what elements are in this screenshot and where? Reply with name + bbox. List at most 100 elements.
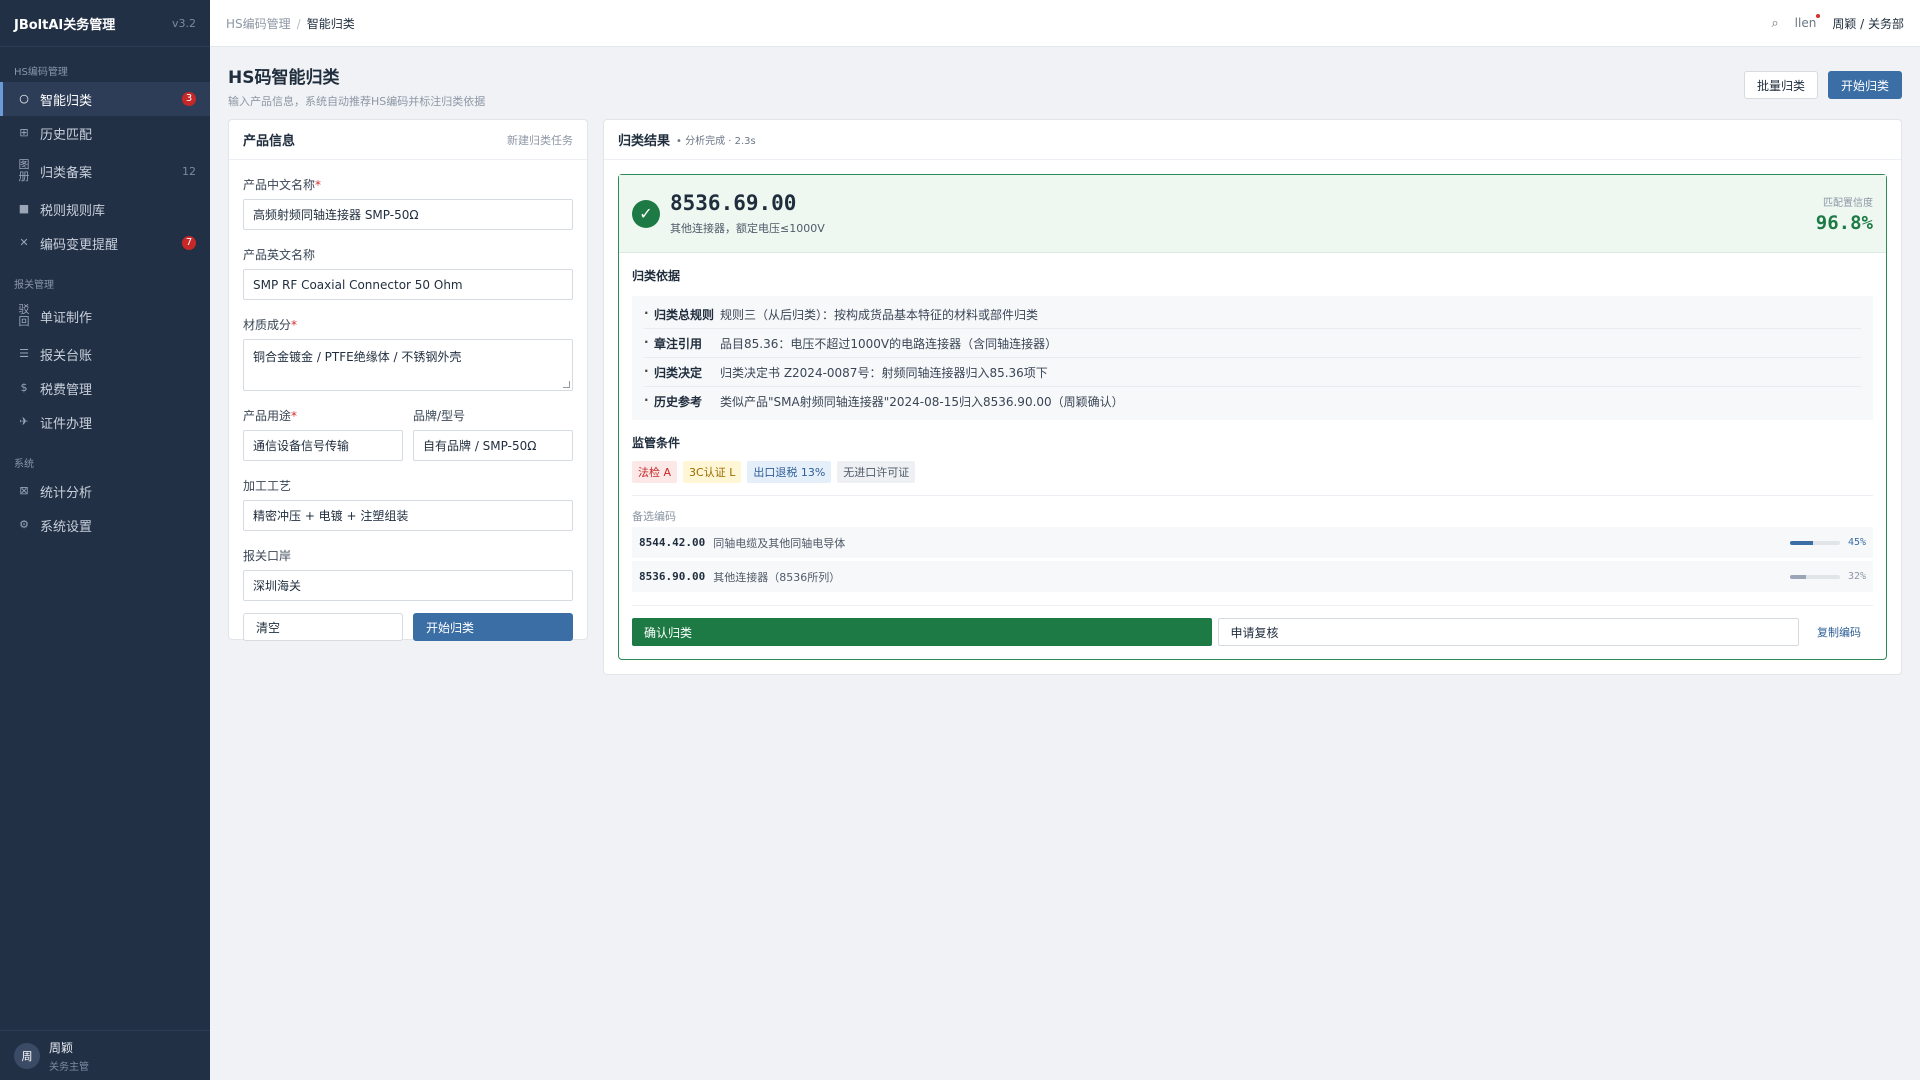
basis-value: 归类决定书 Z2024-0087号：射频同轴连接器归入85.36项下 xyxy=(720,365,1048,380)
product-info-card: 产品信息 新建归类任务 产品中文名称* 高频射频同轴连接器 SMP-50Ω 产品… xyxy=(228,119,588,641)
chart-icon: ⊠ xyxy=(19,484,29,498)
user-profile[interactable]: 周 周颖 关务主管 xyxy=(0,1030,210,1080)
new-task-link[interactable]: 新建归类任务 xyxy=(507,132,573,148)
sidebar-item-certificate[interactable]: ✈ 证件办理 xyxy=(0,405,210,439)
usage-input[interactable]: 通信设备信号传输 xyxy=(243,430,403,461)
start-classify-button[interactable]: 开始归类 xyxy=(1827,71,1902,99)
basis-value: 品目85.36：电压不超过1000V的电路连接器（含同轴连接器） xyxy=(720,336,1058,351)
nav-group-hs: HS编码管理 xyxy=(14,67,68,78)
item-count: 12 xyxy=(182,164,196,178)
brand: JBoltAI关务管理 v3.2 xyxy=(0,0,210,47)
card-title: 产品信息 xyxy=(243,134,296,149)
brand-model-input[interactable]: 自有品牌 / SMP-50Ω xyxy=(413,430,573,461)
check-icon: ✓ xyxy=(632,199,660,228)
basis-key: 章注引用 xyxy=(644,335,720,352)
alt-code-description: 同轴电缆及其他同轴电导体 xyxy=(713,536,846,550)
result-box: ✓ 8536.69.00 其他连接器，额定电压≤1000V 匹配置信度 96.8… xyxy=(618,174,1887,660)
avatar: 周 xyxy=(14,1042,40,1069)
tag: 无进口许可证 xyxy=(837,461,916,483)
sidebar-item-code-change-alert[interactable]: ✕ 编码变更提醒 7 xyxy=(0,226,210,260)
hs-code-description: 其他连接器，额定电压≤1000V xyxy=(670,222,825,235)
batch-classify-button[interactable]: 批量归类 xyxy=(1743,71,1818,99)
field-label: 产品用途 xyxy=(243,409,292,423)
process-input[interactable]: 精密冲压 + 电镀 + 注塑组装 xyxy=(243,500,573,531)
sidebar-item-classify-filing[interactable]: 图 册 归类备案 12 xyxy=(0,150,210,192)
field-label: 产品英文名称 xyxy=(243,248,316,262)
basis-key: 历史参考 xyxy=(644,393,720,410)
sidebar-item-tariff-rules[interactable]: ■ 税则规则库 xyxy=(0,192,210,226)
sidebar-item-label: 编码变更提醒 xyxy=(40,237,119,253)
sidebar-item-document-making[interactable]: 驳 回 单证制作 xyxy=(0,295,210,337)
grid-icon: ⊞ xyxy=(19,126,29,140)
customs-port-input[interactable]: 深圳海关 xyxy=(243,570,573,601)
sidebar-item-label: 单证制作 xyxy=(40,310,93,326)
sidebar-item-settings[interactable]: ⚙ 系统设置 xyxy=(0,508,210,542)
alt-code-row[interactable]: 8544.42.00 同轴电缆及其他同轴电导体 45% xyxy=(632,527,1873,558)
sidebar-item-tax-management[interactable]: $ 税费管理 xyxy=(0,371,210,405)
page-title: HS码智能归类 xyxy=(228,68,340,88)
result-actions: 确认归类 申请复核 复制编码 xyxy=(632,605,1873,646)
confidence-label: 匹配置信度 xyxy=(1823,197,1873,209)
probability-value: 45% xyxy=(1847,537,1866,548)
tag: 出口退税 13% xyxy=(747,461,832,483)
sidebar-item-history-match[interactable]: ⊞ 历史匹配 xyxy=(0,116,210,150)
confirm-classify-button[interactable]: 确认归类 xyxy=(632,618,1212,646)
result-card: 归类结果 • 分析完成 · 2.3s ✓ 8536.69.00 其他连接器，额定… xyxy=(603,119,1902,675)
notification-badge: 7 xyxy=(182,236,196,250)
user-department[interactable]: 周颖 / 关务部 xyxy=(1832,15,1904,32)
sidebar-item-label: 报关台账 xyxy=(40,348,93,364)
breadcrumb-item[interactable]: HS编码管理 xyxy=(226,17,291,31)
product-name-en-input[interactable]: SMP RF Coaxial Connector 50 Ohm xyxy=(243,269,573,300)
notification-icon[interactable]: llen xyxy=(1795,14,1820,30)
sidebar-item-statistics[interactable]: ⊠ 统计分析 xyxy=(0,474,210,508)
probability-value: 32% xyxy=(1847,571,1866,582)
clear-button[interactable]: 清空 xyxy=(243,613,403,641)
breadcrumb: HS编码管理 / 智能归类 xyxy=(226,15,355,32)
basis-row: 历史参考 类似产品"SMA射频同轴连接器"2024-08-15归入8536.90… xyxy=(644,387,1861,416)
divider xyxy=(632,495,1873,496)
sidebar-item-smart-classify[interactable]: ○ 智能归类 3 xyxy=(0,82,210,116)
basis-key: 归类决定 xyxy=(644,364,720,381)
notification-badge: 3 xyxy=(182,92,196,106)
copy-code-button[interactable]: 复制编码 xyxy=(1805,624,1873,640)
basis-row: 归类总规则 规则三（从后归类）：按构成货品基本特征的材料或部件归类 xyxy=(644,300,1861,329)
nav-group-system: 系统 xyxy=(14,459,34,470)
alt-code-row[interactable]: 8536.90.00 其他连接器（8536所列） 32% xyxy=(632,561,1873,592)
alt-code: 8536.90.00 xyxy=(639,570,706,583)
request-review-button[interactable]: 申请复核 xyxy=(1217,618,1799,646)
field-label: 材质成分 xyxy=(243,318,292,332)
gear-icon: ⚙ xyxy=(19,518,29,532)
sidebar-item-label: 智能归类 xyxy=(40,93,93,109)
submit-classify-button[interactable]: 开始归类 xyxy=(413,613,573,641)
alt-code-description: 其他连接器（8536所列） xyxy=(713,570,841,584)
basis-list: 归类总规则 规则三（从后归类）：按构成货品基本特征的材料或部件归类 章注引用 品… xyxy=(632,296,1873,420)
basis-value: 类似产品"SMA射频同轴连接器"2024-08-15归入8536.90.00（周… xyxy=(720,395,1124,409)
sidebar: JBoltAI关务管理 v3.2 HS编码管理 ○ 智能归类 3 ⊞ 历史匹配 … xyxy=(0,0,210,1080)
field-label: 加工工艺 xyxy=(243,479,292,493)
card-title: 归类结果 xyxy=(618,134,671,149)
product-name-cn-input[interactable]: 高频射频同轴连接器 SMP-50Ω xyxy=(243,199,573,230)
basis-title: 归类依据 xyxy=(632,269,681,283)
reject-icon: 驳 回 xyxy=(18,303,30,328)
material-textarea[interactable]: 铜合金镀金 / PTFE绝缘体 / 不锈钢外壳 xyxy=(243,339,573,391)
supervision-tags: 法检 A 3C认证 L 出口退税 13% 无进口许可证 xyxy=(632,461,1873,483)
dollar-icon: $ xyxy=(20,381,28,395)
sidebar-item-label: 归类备案 xyxy=(40,165,93,181)
plane-icon: ✈ xyxy=(19,415,29,429)
breadcrumb-separator: / xyxy=(296,16,301,31)
sidebar-item-label: 税则规则库 xyxy=(40,203,106,219)
sidebar-item-customs-ledger[interactable]: ☰ 报关台账 xyxy=(0,337,210,371)
user-name: 周颖 xyxy=(49,1040,74,1055)
topbar: HS编码管理 / 智能归类 ⌕ llen 周颖 / 关务部 xyxy=(210,0,1920,47)
user-role: 关务主管 xyxy=(49,1061,89,1073)
list-icon: ☰ xyxy=(19,347,29,361)
probability-bar-fill xyxy=(1790,574,1806,579)
sidebar-item-label: 统计分析 xyxy=(40,485,93,501)
sidebar-item-label: 系统设置 xyxy=(40,519,93,535)
app-title: JBoltAI关务管理 xyxy=(14,17,116,33)
supervision-title: 监管条件 xyxy=(632,436,681,450)
nav-group-customs: 报关管理 xyxy=(14,280,54,291)
search-icon[interactable]: ⌕ xyxy=(1771,16,1778,31)
sidebar-item-label: 历史匹配 xyxy=(40,127,93,143)
basis-row: 章注引用 品目85.36：电压不超过1000V的电路连接器（含同轴连接器） xyxy=(644,329,1861,358)
